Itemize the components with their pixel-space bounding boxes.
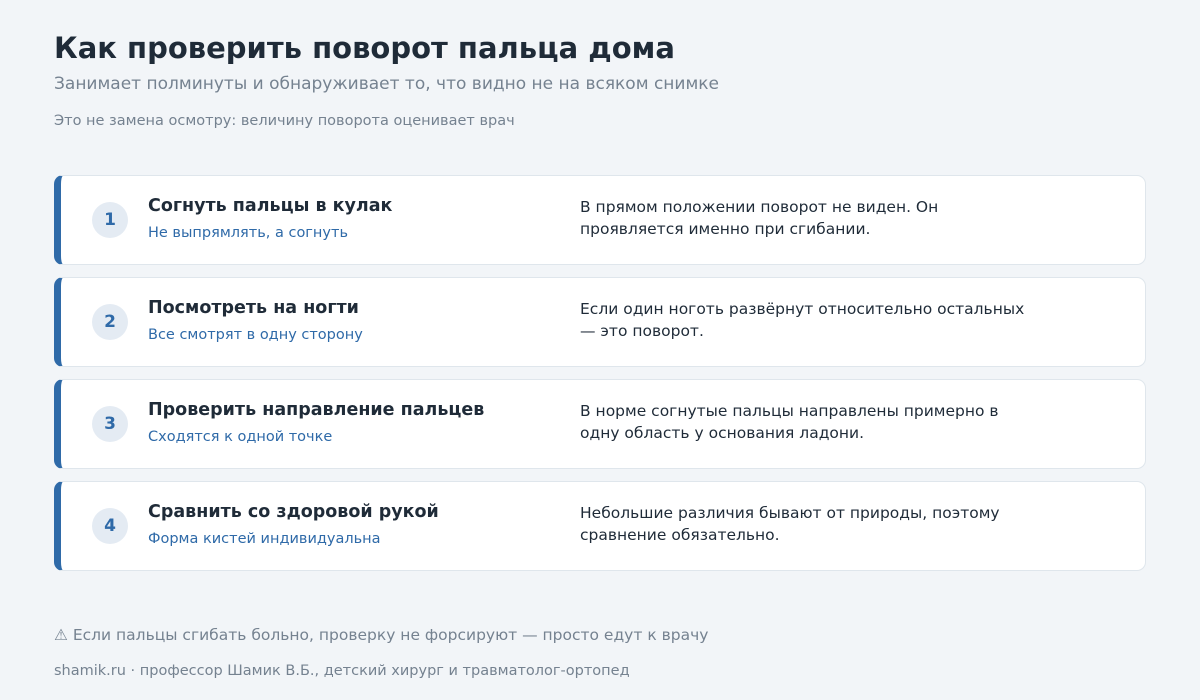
step-description: Небольшие различия бывают от природы, по…: [580, 504, 1000, 544]
steps-list: 1 Согнуть пальцы в кулак Не выпрямлять, …: [54, 175, 1146, 583]
page-subtitle: Занимает полминуты и обнаруживает то, чт…: [54, 74, 720, 94]
step-hint: Сходятся к одной точке: [148, 429, 333, 445]
warning-note: ⚠ Если пальцы сгибать больно, проверку н…: [54, 626, 709, 644]
step-hint: Все смотрят в одну сторону: [148, 327, 363, 343]
step-description: Если один ноготь развёрнут относительно …: [580, 300, 1025, 340]
footer-credit: shamik.ru · профессор Шамик В.Б., детски…: [54, 663, 630, 679]
step-card-4: 4 Сравнить со здоровой рукой Форма кисте…: [54, 481, 1146, 571]
step-description: В норме согнутые пальцы направлены приме…: [580, 402, 999, 442]
page-title: Как проверить поворот пальца дома: [54, 31, 675, 65]
step-title: Согнуть пальцы в кулак: [148, 196, 393, 216]
step-title: Посмотреть на ногти: [148, 298, 359, 318]
step-number-badge: 4: [92, 508, 128, 544]
step-number-badge: 2: [92, 304, 128, 340]
step-card-2: 2 Посмотреть на ногти Все смотрят в одну…: [54, 277, 1146, 367]
step-title: Сравнить со здоровой рукой: [148, 502, 439, 522]
step-number-badge: 1: [92, 202, 128, 238]
step-hint: Не выпрямлять, а согнуть: [148, 225, 348, 241]
step-title: Проверить направление пальцев: [148, 400, 485, 420]
step-number-badge: 3: [92, 406, 128, 442]
page: Как проверить поворот пальца дома Занима…: [0, 0, 1200, 700]
disclaimer-note: Это не замена осмотру: величину поворота…: [54, 113, 515, 129]
step-card-1: 1 Согнуть пальцы в кулак Не выпрямлять, …: [54, 175, 1146, 265]
step-card-3: 3 Проверить направление пальцев Сходятся…: [54, 379, 1146, 469]
step-hint: Форма кистей индивидуальна: [148, 531, 381, 547]
step-description: В прямом положении поворот не виден. Он …: [580, 198, 939, 238]
